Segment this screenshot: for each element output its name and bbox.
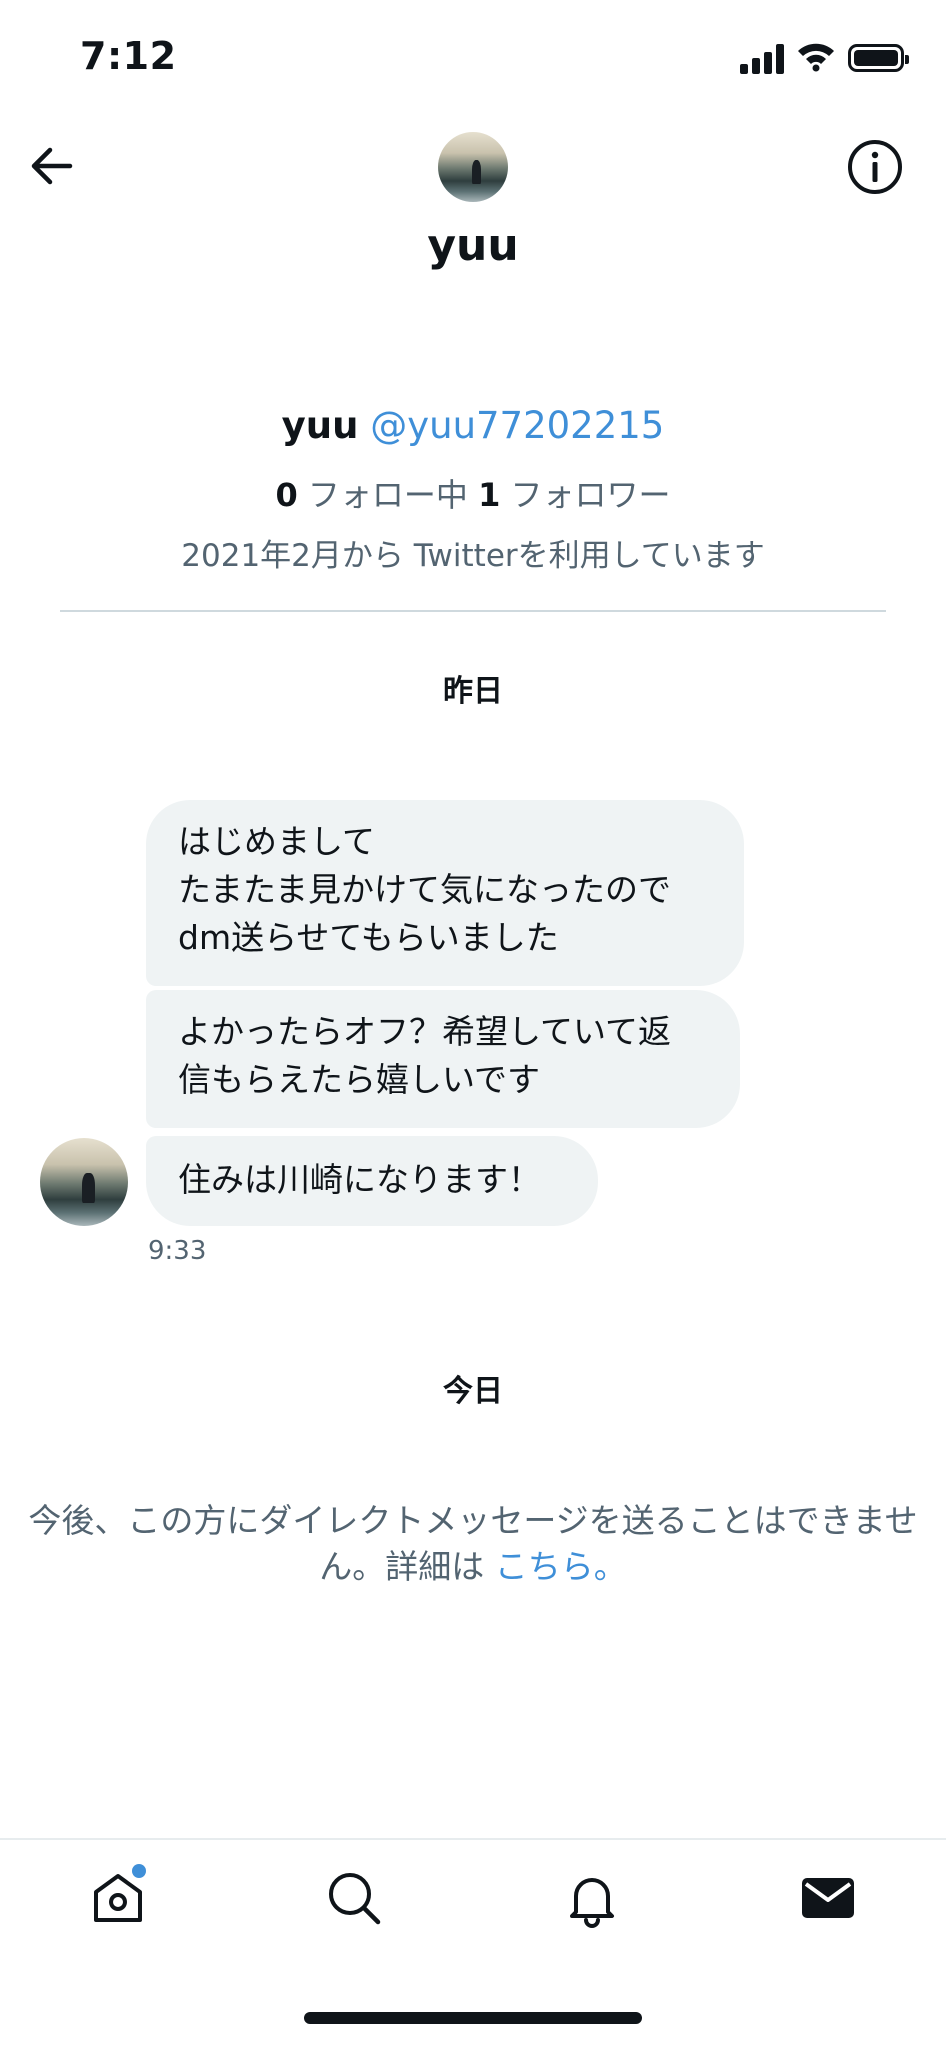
message-bubble[interactable]: よかったらオフ？希望していて返 信もらえたら嬉しいです [146, 990, 740, 1128]
day-separator-yesterday: 昨日 [443, 674, 503, 709]
joined-date: 2021年2月から Twitterを利用しています [181, 538, 765, 574]
home-indicator[interactable] [304, 2012, 642, 2024]
sender-avatar[interactable] [40, 1138, 128, 1226]
following-label: フォロー中 [307, 476, 468, 514]
message-bubble[interactable]: 住みは川崎になります！ [146, 1136, 598, 1226]
header-avatar[interactable] [438, 132, 508, 202]
day-separator-today: 今日 [443, 1374, 503, 1409]
learn-more-link[interactable]: こちら。 [495, 1547, 627, 1586]
profile-name: yuu [281, 404, 359, 447]
mail-icon[interactable] [798, 1868, 858, 1928]
dm-restricted-notice: 今後、この方にダイレクトメッセージを送ることはできません。詳細は こちら。 [24, 1498, 922, 1590]
back-arrow-icon[interactable] [26, 140, 78, 192]
follow-stats: 0 フォロー中 1 フォロワー [0, 470, 946, 516]
info-icon[interactable] [846, 138, 904, 196]
divider [60, 610, 886, 612]
wifi-icon [798, 43, 834, 72]
search-icon[interactable] [324, 1868, 384, 1928]
followers-label: フォロワー [510, 476, 671, 514]
bell-icon[interactable] [562, 1868, 622, 1928]
following-count: 0 [275, 476, 298, 514]
tabbar-divider [0, 1838, 946, 1840]
profile-handle[interactable]: @yuu77202215 [370, 404, 664, 447]
notification-dot [132, 1864, 146, 1878]
battery-icon [848, 44, 909, 72]
message-timestamp: 9:33 [148, 1236, 207, 1266]
conversation-title: yuu [427, 220, 519, 271]
profile-name-line[interactable]: yuu @yuu77202215 [0, 404, 946, 447]
cellular-signal-icon [740, 44, 786, 74]
message-bubble[interactable]: はじめまして たまたま見かけて気になったので dm送らせてもらいました [146, 800, 744, 986]
status-time: 7:12 [80, 34, 177, 78]
notice-text: 今後、この方にダイレクトメッセージを送ることはできません。詳細は [28, 1501, 918, 1586]
followers-count: 1 [478, 476, 501, 514]
